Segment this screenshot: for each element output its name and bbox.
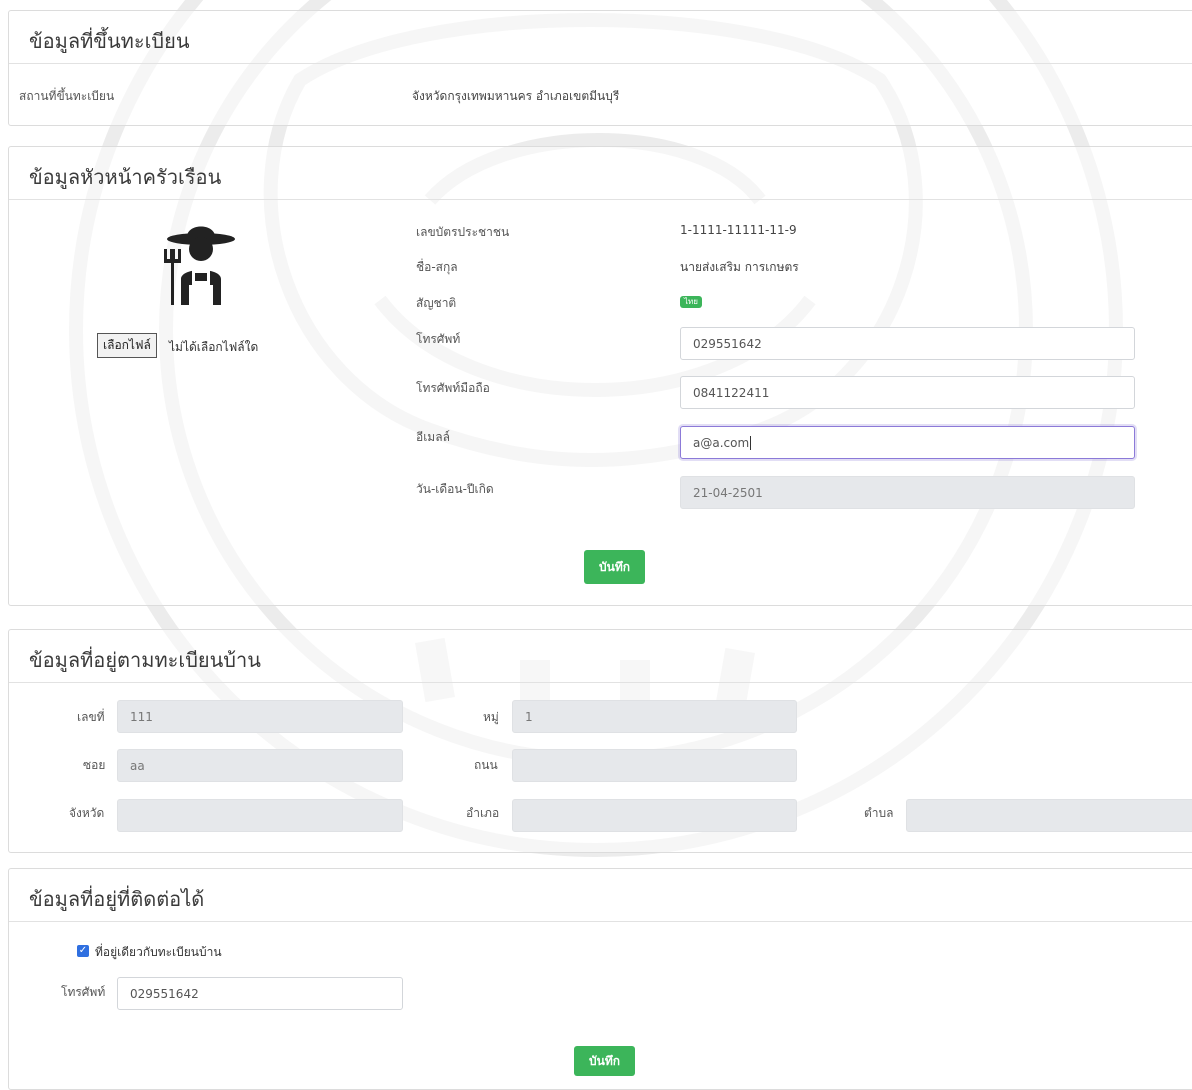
card-header: ข้อมูลที่อยู่ตามทะเบียนบ้าน bbox=[9, 630, 1192, 683]
same-address-label: ที่อยู่เดียวกับทะเบียนบ้าน bbox=[95, 945, 222, 959]
card-title: ข้อมูลหัวหน้าครัวเรือน bbox=[29, 165, 222, 189]
phone-input[interactable]: 029551642 bbox=[680, 327, 1135, 360]
card-title: ข้อมูลที่อยู่ตามทะเบียนบ้าน bbox=[29, 648, 261, 672]
nationality-label: สัญชาติ bbox=[416, 296, 457, 310]
registration-card: ข้อมูลที่ขึ้นทะเบียน สถานที่ขึ้นทะเบียน … bbox=[8, 10, 1192, 126]
dob-input-value: 21-04-2501 bbox=[693, 485, 763, 500]
province-label: จังหวัด bbox=[69, 806, 105, 820]
moo-input[interactable]: 1 bbox=[512, 700, 797, 733]
moo-value: 1 bbox=[525, 709, 533, 724]
card-header: ข้อมูลที่ขึ้นทะเบียน bbox=[9, 11, 1192, 64]
head-card: ข้อมูลหัวหน้าครัวเรือน เลือกไฟล์ ไม่ได้เ… bbox=[8, 146, 1192, 606]
id-label: เลขบัตรประชาชน bbox=[416, 225, 510, 239]
text-caret bbox=[750, 435, 752, 450]
mobile-input-value: 0841122411 bbox=[693, 385, 770, 400]
email-input[interactable]: a@a.com bbox=[680, 426, 1135, 459]
place-value: จังหวัดกรุงเทพมหานคร อำเภอเขตมีนบุรี bbox=[412, 89, 620, 103]
name-label: ชื่อ-สกุล bbox=[416, 260, 458, 274]
email-input-value: a@a.com bbox=[693, 435, 750, 450]
dob-input[interactable]: 21-04-2501 bbox=[680, 476, 1135, 509]
choose-file-button[interactable]: เลือกไฟล์ bbox=[97, 333, 157, 358]
mobile-input[interactable]: 0841122411 bbox=[680, 376, 1135, 409]
nationality-badge: ไทย bbox=[680, 296, 702, 308]
road-label: ถนน bbox=[474, 758, 498, 772]
moo-label: หมู่ bbox=[483, 710, 499, 724]
amphoe-label: อำเภอ bbox=[466, 806, 500, 820]
contact-phone-value: 029551642 bbox=[130, 986, 199, 1001]
id-value: 1-1111-11111-11-9 bbox=[680, 223, 797, 237]
house-address-card: ข้อมูลที่อยู่ตามทะเบียนบ้าน เลขที่ 111 ห… bbox=[8, 629, 1192, 853]
tambon-label: ตำบล bbox=[864, 806, 894, 820]
save-button[interactable]: บันทึก bbox=[584, 550, 645, 584]
mobile-label: โทรศัพท์มือถือ bbox=[416, 381, 490, 395]
tambon-input[interactable] bbox=[906, 799, 1192, 832]
card-header: ข้อมูลหัวหน้าครัวเรือน bbox=[9, 147, 1192, 200]
farmer-avatar-icon bbox=[164, 226, 235, 305]
file-status-text: ไม่ได้เลือกไฟล์ใด bbox=[169, 340, 259, 354]
amphoe-input[interactable] bbox=[512, 799, 797, 832]
place-label: สถานที่ขึ้นทะเบียน bbox=[19, 89, 115, 103]
same-address-checkbox[interactable]: ✓ bbox=[77, 945, 89, 957]
soi-label: ซอย bbox=[83, 758, 106, 772]
phone-input-value: 029551642 bbox=[693, 336, 762, 351]
contact-phone-input[interactable]: 029551642 bbox=[117, 977, 403, 1010]
email-label: อีเมลล์ bbox=[416, 430, 450, 444]
dob-label: วัน-เดือน-ปีเกิด bbox=[416, 482, 494, 496]
soi-value: aa bbox=[130, 758, 145, 773]
soi-input[interactable]: aa bbox=[117, 749, 403, 782]
contact-phone-label: โทรศัพท์ bbox=[61, 985, 106, 999]
card-title: ข้อมูลที่อยู่ที่ติดต่อได้ bbox=[29, 887, 205, 911]
card-header: ข้อมูลที่อยู่ที่ติดต่อได้ bbox=[9, 869, 1192, 922]
phone-label: โทรศัพท์ bbox=[416, 332, 461, 346]
card-title: ข้อมูลที่ขึ้นทะเบียน bbox=[29, 29, 190, 53]
house-number-value: 111 bbox=[130, 709, 153, 724]
house-number-label: เลขที่ bbox=[77, 710, 105, 724]
province-input[interactable] bbox=[117, 799, 403, 832]
contact-address-card: ข้อมูลที่อยู่ที่ติดต่อได้ ✓ ที่อยู่เดียว… bbox=[8, 868, 1192, 1090]
road-input[interactable] bbox=[512, 749, 797, 782]
name-value: นายส่งเสริม การเกษตร bbox=[680, 260, 799, 274]
house-number-input[interactable]: 111 bbox=[117, 700, 403, 733]
